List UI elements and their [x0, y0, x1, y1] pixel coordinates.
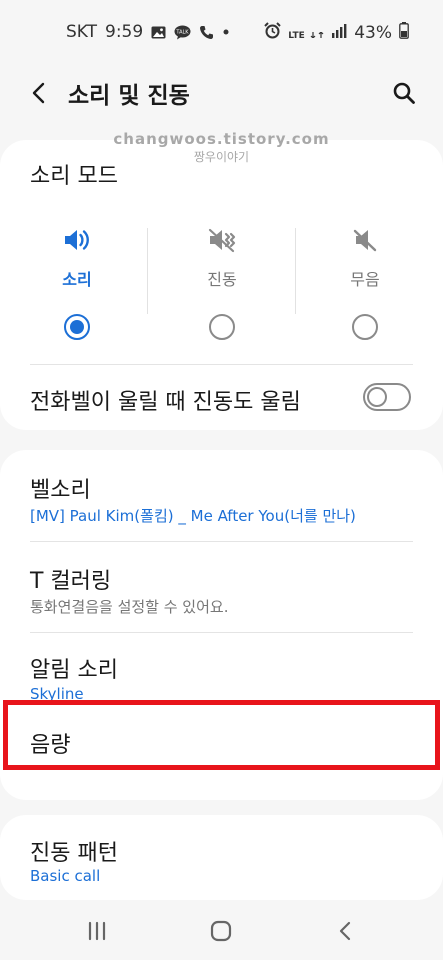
- navigation-bar: [0, 900, 443, 960]
- kakaotalk-icon: TALK: [174, 25, 191, 40]
- volume-highlight-box: [3, 700, 440, 770]
- search-button[interactable]: [387, 76, 421, 110]
- t-coloring-description: 통화연결음을 설정할 수 있어요.: [30, 598, 229, 616]
- ringtone-title: 벨소리: [30, 478, 91, 503]
- dot-icon: [222, 28, 230, 36]
- gallery-icon: [151, 26, 166, 39]
- carrier: SKT: [66, 22, 98, 42]
- t-coloring-title: T 컬러링: [30, 569, 112, 594]
- radio-sound[interactable]: [64, 314, 90, 340]
- status-left: SKT 9:59 TALK: [66, 22, 230, 42]
- mode-label-mute: 무음: [350, 270, 380, 289]
- notification-sound-title: 알림 소리: [30, 658, 118, 683]
- radio-vibrate[interactable]: [209, 314, 235, 340]
- vibrate-when-ringing-toggle[interactable]: [363, 383, 411, 411]
- watermark-name: 짱우이야기: [193, 150, 250, 164]
- vibration-pattern-title: 진동 패턴: [30, 841, 118, 866]
- sound-mode-card: 소리 모드 소리 진동 무음 전화벨이 울릴 때 진동도 울림: [0, 140, 443, 430]
- clock: 9:59: [105, 22, 144, 42]
- back-icon: [339, 921, 351, 941]
- svg-text:TALK: TALK: [176, 29, 190, 35]
- phone-icon: [199, 25, 214, 40]
- list-item-ringtone[interactable]: 벨소리 [MV] Paul Kim(폴킴) _ Me After You(너를 …: [0, 450, 443, 541]
- recents-button[interactable]: [82, 918, 112, 944]
- mode-option-vibrate[interactable]: 진동: [149, 222, 295, 350]
- mode-option-mute[interactable]: 무음: [292, 222, 438, 350]
- toggle-knob: [367, 387, 387, 407]
- page-title: 소리 및 진동: [68, 83, 190, 109]
- vibration-pattern-value: Basic call: [30, 867, 101, 885]
- home-button[interactable]: [206, 918, 236, 944]
- signal-icon: [331, 23, 347, 43]
- watermark-url: changwoos.tistory.com: [113, 130, 330, 148]
- vibrate-icon: [149, 226, 295, 256]
- mute-icon: [292, 226, 438, 256]
- lte-icon: LTE: [288, 25, 324, 42]
- status-right: LTE 43%: [264, 22, 409, 44]
- vibration-pattern-card[interactable]: 진동 패턴 Basic call: [0, 815, 443, 900]
- battery-icon: [399, 22, 409, 44]
- speaker-icon: [4, 226, 150, 256]
- list-item-t-coloring[interactable]: T 컬러링 통화연결음을 설정할 수 있어요.: [0, 541, 443, 632]
- vibrate-when-ringing-label[interactable]: 전화벨이 울릴 때 진동도 울림: [30, 384, 301, 416]
- divider: [30, 364, 413, 365]
- mode-option-sound[interactable]: 소리: [4, 222, 150, 350]
- radio-mute[interactable]: [352, 314, 378, 340]
- alarm-icon: [264, 22, 281, 44]
- mode-label-sound: 소리: [62, 270, 92, 289]
- divider: [147, 228, 148, 314]
- search-icon: [393, 82, 415, 104]
- app-bar: 소리 및 진동: [0, 68, 443, 116]
- chevron-left-icon: [32, 82, 45, 104]
- watermark: changwoos.tistory.com 짱우이야기: [0, 130, 443, 165]
- home-icon: [210, 920, 232, 942]
- mode-label-vibrate: 진동: [207, 270, 237, 289]
- lte-label: LTE: [288, 30, 305, 41]
- recents-icon: [88, 921, 106, 941]
- battery-percent: 43%: [354, 23, 392, 43]
- back-button[interactable]: [22, 76, 56, 110]
- ringtone-value: [MV] Paul Kim(폴킴) _ Me After You(너를 만나): [30, 507, 356, 525]
- status-bar: SKT 9:59 TALK LTE 43%: [0, 0, 443, 68]
- nav-back-button[interactable]: [330, 918, 360, 944]
